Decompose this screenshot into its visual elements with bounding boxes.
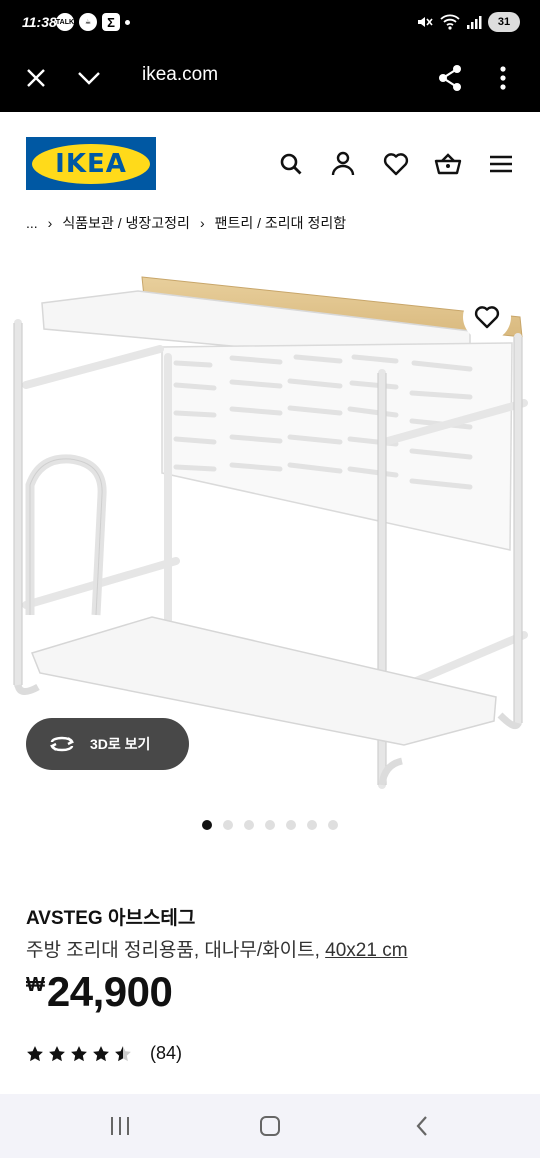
site-header: IKEA [0,112,540,212]
chevron-right-icon: › [199,215,205,231]
view-3d-button[interactable]: 3D로 보기 [26,718,189,770]
carousel-dot[interactable] [202,820,212,830]
star-icon [71,1045,87,1061]
product-size-link[interactable]: 40x21 cm [325,940,407,961]
home-icon[interactable] [250,1110,290,1142]
rotate-3d-icon [49,736,75,752]
heart-icon [474,306,500,329]
product-price: ₩ 24,900 [26,968,173,1016]
url-display[interactable]: ikea.com [142,64,218,86]
wifi-icon [440,14,460,30]
mute-icon [418,17,433,27]
breadcrumb-ellipsis[interactable]: ... [26,215,38,231]
talk-icon: TALK [56,13,74,31]
search-icon[interactable] [275,148,307,180]
product-description-text: 주방 조리대 정리용품, 대나무/화이트, [26,940,326,961]
chevron-right-icon: › [47,215,53,231]
product-description: 주방 조리대 정리용품, 대나무/화이트, 40x21 cm [26,935,408,962]
close-icon[interactable] [18,60,54,96]
star-icon [49,1045,65,1061]
share-icon[interactable] [432,60,468,96]
cart-icon[interactable] [432,148,464,180]
more-notifications-dot [125,19,130,25]
browser-toolbar: ikea.com [0,46,540,112]
product-rating[interactable]: (84) [26,1043,182,1064]
sigma-icon: Σ [102,13,120,31]
breadcrumb-item-food-storage[interactable]: 식품보관 / 냉장고정리 [62,213,190,233]
price-amount: 24,900 [46,968,173,1015]
signal-icon [467,16,482,29]
carousel-dot[interactable] [265,820,275,830]
hamburger-menu-icon[interactable] [485,148,517,180]
star-icon [93,1045,109,1061]
back-icon[interactable] [402,1110,442,1142]
breadcrumb: ... › 식품보관 / 냉장고정리 › 팬트리 / 조리대 정리함 [26,212,346,234]
breadcrumb-item-pantry[interactable]: 팬트리 / 조리대 정리함 [215,213,346,233]
carousel-dot[interactable] [307,820,317,830]
logo-text: IKEA [55,148,127,179]
carousel-dot[interactable] [223,820,233,830]
user-icon[interactable] [327,148,359,180]
logo-oval: IKEA [32,143,150,184]
carousel-dot[interactable] [328,820,338,830]
review-count[interactable]: (84) [150,1043,182,1064]
more-vert-icon[interactable] [485,60,521,96]
carousel-dot[interactable] [286,820,296,830]
notification-icons: TALK ☕ Σ [56,13,130,31]
status-time: 11:38 [22,14,57,30]
product-name: AVSTEG 아브스테그 [26,908,196,929]
price-currency: ₩ [26,974,45,996]
chevron-down-icon[interactable] [71,60,107,96]
coffee-icon: ☕ [79,13,97,31]
system-icons: 31 [416,12,520,32]
carousel-dot[interactable] [244,820,254,830]
recent-apps-icon[interactable] [100,1110,140,1142]
rating-stars [26,1045,132,1063]
favorite-button[interactable] [463,293,511,341]
status-bar: 11:38 TALK ☕ Σ 31 [0,0,540,46]
star-icon [115,1045,131,1061]
image-carousel-indicator [202,820,338,830]
ikea-logo[interactable]: IKEA [26,137,156,190]
heart-icon[interactable] [380,148,412,180]
star-icon [27,1045,43,1061]
battery-indicator: 31 [488,12,520,32]
system-navigation-bar [0,1094,540,1158]
view-3d-label: 3D로 보기 [90,736,151,752]
